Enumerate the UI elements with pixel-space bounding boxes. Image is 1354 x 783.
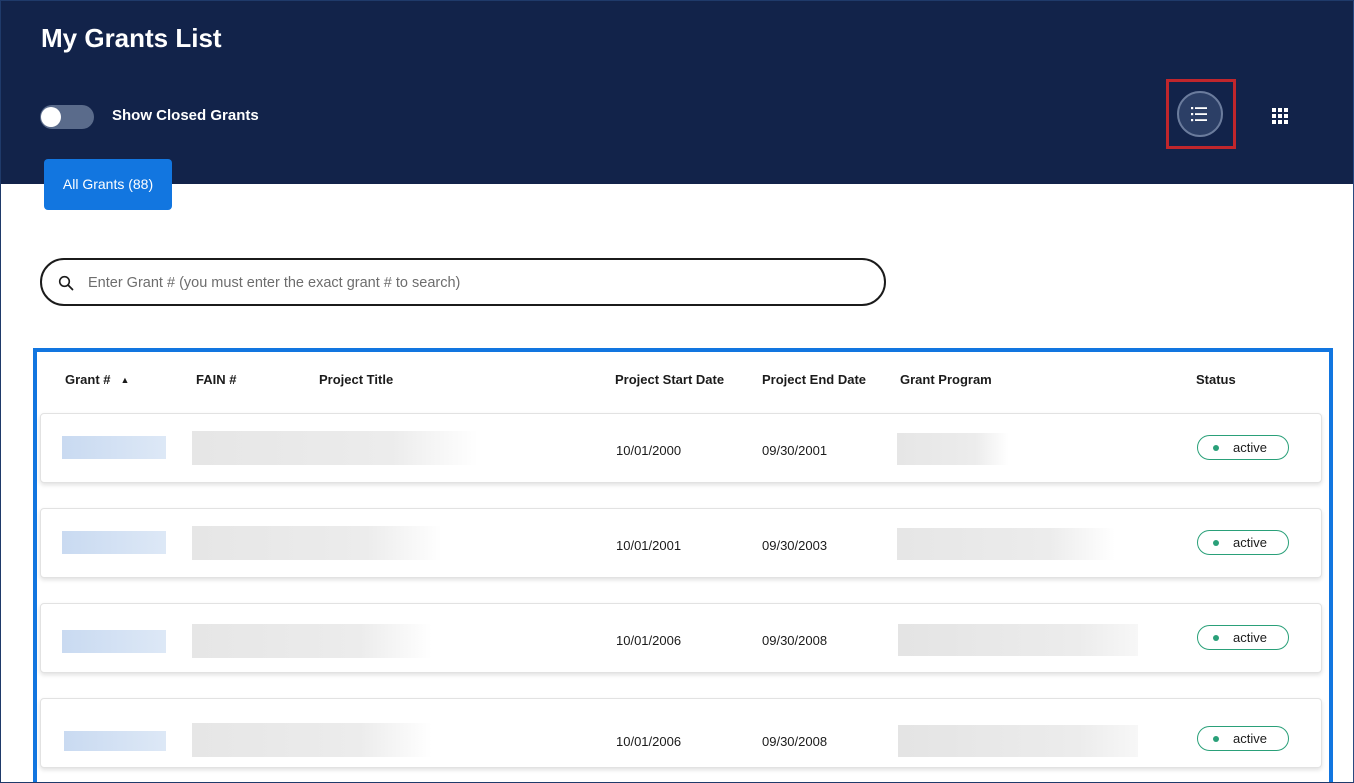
- column-header-grant[interactable]: Grant # ▲: [65, 372, 129, 387]
- column-header-grant-label: Grant #: [65, 372, 111, 387]
- table-row[interactable]: 10/01/2000 09/30/2001 active: [40, 413, 1322, 483]
- end-date: 09/30/2008: [762, 633, 828, 648]
- grant-search-box[interactable]: [40, 258, 886, 306]
- status-dot: [1213, 736, 1219, 742]
- grant-program-redacted: [897, 528, 1115, 560]
- table-row[interactable]: 10/01/2001 09/30/2003 active: [40, 508, 1322, 578]
- search-icon: [58, 275, 74, 291]
- status-badge: active: [1197, 435, 1289, 460]
- grant-program-redacted: [897, 433, 1009, 465]
- column-header-grant-program[interactable]: Grant Program: [900, 372, 992, 387]
- start-date: 10/01/2000: [616, 443, 682, 458]
- show-closed-toggle[interactable]: [40, 105, 94, 129]
- column-header-end-date[interactable]: Project End Date: [762, 372, 866, 387]
- grant-number-redacted[interactable]: [62, 630, 166, 653]
- column-header-project-title[interactable]: Project Title: [319, 372, 393, 387]
- start-date: 10/01/2006: [616, 633, 682, 648]
- grants-table: Grant # ▲ FAIN # Project Title Project St…: [33, 348, 1333, 782]
- table-row[interactable]: 10/01/2006 09/30/2008 active: [40, 603, 1322, 673]
- fain-title-redacted: [192, 526, 442, 560]
- status-text: active: [1233, 731, 1267, 746]
- status-badge: active: [1197, 530, 1289, 555]
- start-date: 10/01/2006: [616, 734, 682, 749]
- toggle-knob: [41, 107, 61, 127]
- fain-title-redacted: [192, 431, 478, 465]
- status-text: active: [1233, 440, 1267, 455]
- grant-program-redacted: [898, 725, 1138, 757]
- start-date: 10/01/2001: [616, 538, 682, 553]
- status-text: active: [1233, 535, 1267, 550]
- fain-title-redacted: [192, 723, 432, 757]
- grant-search-input[interactable]: [86, 270, 870, 296]
- column-header-fain[interactable]: FAIN #: [196, 372, 236, 387]
- show-closed-label: Show Closed Grants: [112, 107, 259, 124]
- sort-ascending-icon[interactable]: ▲: [121, 375, 130, 385]
- table-row[interactable]: 10/01/2006 09/30/2008 active: [40, 698, 1322, 768]
- status-dot: [1213, 540, 1219, 546]
- status-text: active: [1233, 630, 1267, 645]
- list-view-icon: [1191, 107, 1207, 122]
- status-badge: active: [1197, 625, 1289, 650]
- grant-number-redacted[interactable]: [62, 436, 166, 459]
- page-frame: My Grants List Show Closed Grants All Gr…: [0, 0, 1354, 783]
- tab-all-grants[interactable]: All Grants (88): [44, 159, 172, 210]
- grant-number-redacted[interactable]: [64, 731, 166, 751]
- grant-program-redacted: [898, 624, 1138, 656]
- column-header-start-date[interactable]: Project Start Date: [615, 372, 724, 387]
- fain-title-redacted: [192, 624, 432, 658]
- grant-number-redacted[interactable]: [62, 531, 166, 554]
- list-view-button[interactable]: [1177, 91, 1223, 137]
- grid-view-icon: [1272, 108, 1288, 124]
- page-title: My Grants List: [41, 23, 222, 53]
- status-badge: active: [1197, 726, 1289, 751]
- grid-view-button[interactable]: [1272, 108, 1288, 129]
- end-date: 09/30/2001: [762, 443, 828, 458]
- status-dot: [1213, 635, 1219, 641]
- status-dot: [1213, 445, 1219, 451]
- page-header: My Grants List Show Closed Grants: [1, 1, 1353, 184]
- column-header-status[interactable]: Status: [1196, 372, 1236, 387]
- end-date: 09/30/2003: [762, 538, 828, 553]
- end-date: 09/30/2008: [762, 734, 828, 749]
